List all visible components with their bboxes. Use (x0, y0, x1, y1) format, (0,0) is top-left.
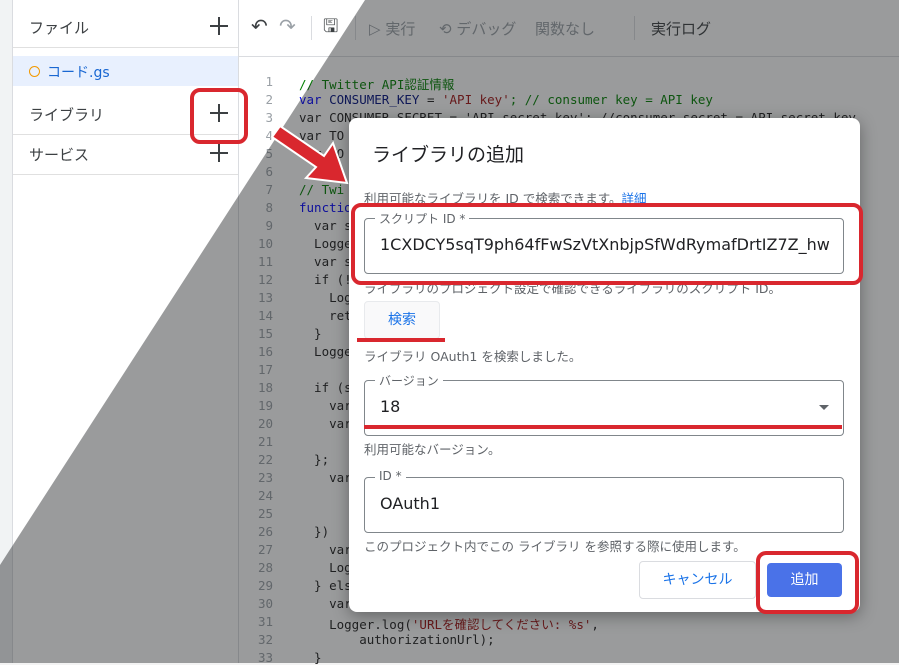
version-label: バージョン (375, 372, 443, 389)
search-button[interactable]: 検索 (364, 301, 440, 339)
redo-icon[interactable]: ↷ (279, 14, 296, 38)
id-label: ID * (375, 469, 406, 483)
search-result-text: ライブラリ OAuth1 を検索しました。 (364, 349, 582, 364)
annotation-box-script-id (351, 203, 863, 285)
add-file-icon[interactable] (207, 14, 231, 38)
file-name: コード.gs (47, 65, 110, 81)
toolbar-divider (311, 16, 312, 40)
add-library-dialog: ライブラリの追加 利用可能なライブラリを ID で検索できます。詳細 スクリプト… (349, 118, 860, 612)
file-status-icon (29, 66, 40, 77)
annotation-box-library-plus (190, 88, 248, 144)
chevron-down-icon (819, 405, 829, 410)
version-help: 利用可能なバージョン。 (364, 442, 501, 457)
annotation-underline-search (357, 338, 445, 342)
cancel-button[interactable]: キャンセル (639, 561, 756, 599)
line-number: 1 (265, 74, 273, 89)
id-input[interactable]: OAuth1 (380, 494, 830, 513)
libraries-label: ライブラリ (29, 106, 105, 124)
annotation-underline-version (364, 425, 842, 429)
id-help: このプロジェクト内でこの ライブラリ を参照する際に使用します。 (364, 539, 746, 554)
version-value: 18 (380, 397, 401, 416)
undo-icon[interactable]: ↶ (251, 14, 268, 38)
file-item-code-gs[interactable]: コード.gs (13, 56, 238, 86)
services-label: サービス (29, 146, 90, 164)
files-section-header: ファイル (13, 8, 238, 48)
add-service-icon[interactable] (207, 141, 231, 165)
annotation-box-add (756, 551, 859, 614)
save-icon[interactable]: 🖫 (323, 14, 338, 44)
files-label: ファイル (29, 19, 90, 37)
id-field[interactable]: ID * OAuth1 (364, 469, 844, 533)
dialog-title: ライブラリの追加 (372, 144, 525, 166)
